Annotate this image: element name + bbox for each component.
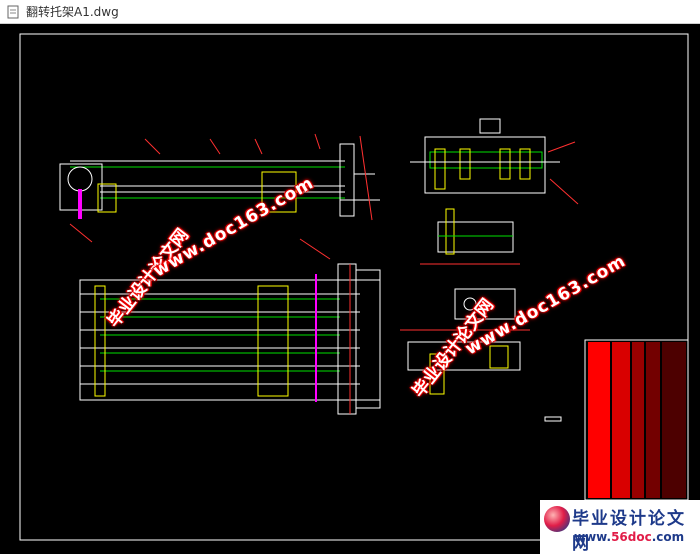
site-badge: 毕业设计论文网 www.56doc.com [540, 500, 700, 554]
cad-drawing [19, 33, 689, 541]
note-mark [544, 416, 562, 422]
logo-icon [544, 506, 570, 532]
section-detail [420, 208, 520, 265]
badge-brand: 毕业设计论文网 [572, 509, 686, 554]
badge-site: www.56doc.com [574, 530, 685, 544]
title-bar: 翻转托架A1.dwg [0, 0, 700, 24]
window-title: 翻转托架A1.dwg [26, 5, 119, 19]
title-block-table [584, 339, 689, 523]
document-icon [7, 5, 19, 18]
drawing-canvas[interactable]: 毕业设计论文网 www.doc163.com 毕业设计论文网 www.doc16… [0, 24, 700, 554]
cad-viewer-window: 翻转托架A1.dwg 毕业设计论文网 www.doc163.com 毕业设计论文… [0, 0, 700, 554]
top-right-view [410, 118, 579, 205]
